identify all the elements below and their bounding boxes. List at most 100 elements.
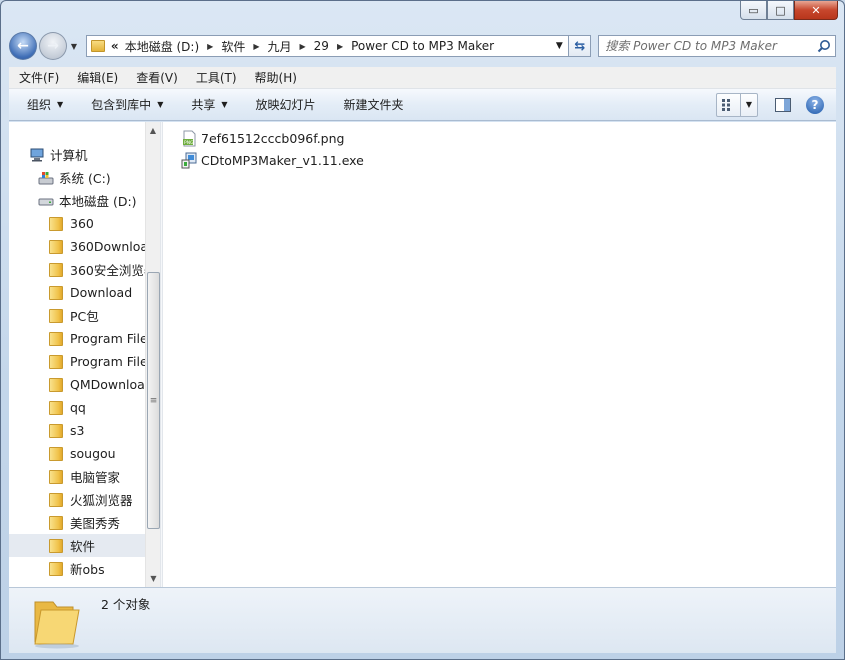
folder-icon bbox=[49, 515, 63, 530]
tree-item-folder[interactable]: 美图秀秀 bbox=[9, 511, 145, 534]
scrollbar-thumb[interactable]: ≡ bbox=[147, 272, 160, 529]
breadcrumb-item[interactable]: 九月 bbox=[267, 38, 291, 55]
chevron-right-icon[interactable]: ▶ bbox=[207, 42, 213, 51]
file-name: 7ef61512cccb096f.png bbox=[201, 130, 345, 146]
organize-button[interactable]: 组织 ▼ bbox=[17, 96, 73, 113]
tree-item-label: s3 bbox=[70, 423, 85, 438]
chevron-down-icon: ▼ bbox=[221, 100, 228, 109]
tree-item-label: 火狐浏览器 bbox=[70, 493, 133, 508]
tree-item-folder[interactable]: Program Files bbox=[9, 327, 145, 350]
menu-tools[interactable]: 工具(T) bbox=[186, 69, 245, 86]
tree-item-label: 360安全浏览器 bbox=[70, 263, 145, 278]
help-button[interactable]: ? bbox=[806, 95, 824, 114]
chevron-down-icon[interactable]: ▼ bbox=[741, 100, 757, 109]
forward-button[interactable]: → bbox=[38, 32, 67, 60]
scroll-up-icon[interactable]: ▲ bbox=[146, 122, 160, 139]
change-view-button[interactable]: ▼ bbox=[716, 92, 758, 117]
breadcrumb-item[interactable]: Power CD to MP3 Maker bbox=[351, 39, 494, 53]
tree-item-label: 本地磁盘 (D:) bbox=[59, 194, 137, 209]
tree-item-label: 电脑管家 bbox=[70, 470, 121, 485]
folder-icon bbox=[49, 262, 63, 277]
tree-item-folder[interactable]: s3 bbox=[9, 419, 145, 442]
preview-pane-button[interactable] bbox=[768, 93, 798, 117]
file-item[interactable]: CDtoMP3Maker_v1.11.exe bbox=[181, 149, 364, 171]
folder-icon bbox=[49, 538, 63, 553]
tree-item-label: 计算机 bbox=[50, 148, 88, 163]
include-in-library-button[interactable]: 包含到库中 ▼ bbox=[81, 96, 173, 113]
tree-item-drive-d[interactable]: 本地磁盘 (D:) bbox=[9, 189, 145, 212]
folder-icon bbox=[49, 561, 63, 576]
tree-item-folder[interactable]: 360Downloads bbox=[9, 235, 145, 258]
tree-item-drive-c[interactable]: 系统 (C:) bbox=[9, 166, 145, 189]
new-folder-button[interactable]: 新建文件夹 bbox=[334, 96, 414, 113]
breadcrumb-item[interactable]: 29 bbox=[314, 39, 329, 53]
computer-icon bbox=[30, 148, 44, 161]
folder-icon bbox=[49, 354, 63, 369]
tree-item-label: sougou bbox=[70, 446, 116, 461]
back-button[interactable]: ← bbox=[9, 32, 37, 60]
tree-item-computer[interactable]: 计算机 bbox=[9, 143, 145, 166]
tree-item-folder[interactable]: 360 bbox=[9, 212, 145, 235]
breadcrumb-item[interactable]: 软件 bbox=[221, 38, 245, 55]
menu-view[interactable]: 查看(V) bbox=[126, 69, 186, 86]
minimize-button[interactable]: ▭ bbox=[740, 1, 767, 20]
tree-item-folder[interactable]: qq bbox=[9, 396, 145, 419]
menu-edit[interactable]: 编辑(E) bbox=[67, 69, 126, 86]
share-button[interactable]: 共享 ▼ bbox=[181, 96, 237, 113]
caption-buttons: ▭ □ ✕ bbox=[740, 1, 838, 22]
tree-item-label: 360 bbox=[70, 216, 94, 231]
item-count: 2 个对象 bbox=[101, 597, 151, 612]
tree-item-folder[interactable]: PC包 bbox=[9, 304, 145, 327]
address-dropdown-icon[interactable]: ▼ bbox=[550, 41, 568, 51]
address-bar[interactable]: « 本地磁盘 (D:) ▶ 软件 ▶ 九月 ▶ 29 ▶ Power CD to… bbox=[85, 35, 570, 57]
folder-icon bbox=[49, 216, 63, 231]
content-area: 计算机 系统 (C:) 本地磁盘 (D:) 360 360Downlo 360安… bbox=[9, 122, 836, 587]
forward-arrow-icon: → bbox=[47, 38, 59, 54]
details-pane: 2 个对象 bbox=[9, 587, 836, 653]
folder-icon bbox=[49, 308, 63, 323]
chevron-right-icon[interactable]: ▶ bbox=[337, 42, 343, 51]
chevron-down-icon: ▼ bbox=[57, 100, 64, 109]
chevron-right-icon[interactable]: ▶ bbox=[300, 42, 306, 51]
address-row: ← → ▼ « 本地磁盘 (D:) ▶ 软件 ▶ 九月 ▶ 29 ▶ Power… bbox=[9, 30, 836, 62]
folder-icon bbox=[49, 285, 63, 300]
new-folder-label: 新建文件夹 bbox=[343, 98, 404, 112]
folder-icon bbox=[49, 492, 63, 507]
nav-scrollbar[interactable]: ▲ ≡ ▼ bbox=[145, 122, 160, 587]
tree-item-folder-selected[interactable]: 软件 bbox=[9, 534, 145, 557]
tree-item-label: 美图秀秀 bbox=[70, 516, 121, 531]
tree-item-label: 360Downloads bbox=[70, 239, 145, 254]
view-options-icon[interactable] bbox=[717, 93, 741, 116]
folder-icon bbox=[34, 601, 80, 649]
folder-icon bbox=[49, 331, 63, 346]
tree-item-folder[interactable]: 火狐浏览器 bbox=[9, 488, 145, 511]
breadcrumb-overflow[interactable]: « bbox=[111, 39, 119, 53]
menu-bar: 文件(F) 编辑(E) 查看(V) 工具(T) 帮助(H) bbox=[9, 67, 836, 89]
search-input[interactable] bbox=[605, 39, 813, 53]
scroll-down-icon[interactable]: ▼ bbox=[146, 570, 160, 587]
menu-help[interactable]: 帮助(H) bbox=[245, 69, 305, 86]
chevron-right-icon[interactable]: ▶ bbox=[253, 42, 259, 51]
menu-file[interactable]: 文件(F) bbox=[9, 69, 67, 86]
breadcrumb-item[interactable]: 本地磁盘 (D:) bbox=[125, 38, 199, 55]
tree-item-folder[interactable]: sougou bbox=[9, 442, 145, 465]
refresh-button[interactable]: ⇆ bbox=[569, 35, 592, 57]
explorer-window: ▭ □ ✕ ← → ▼ « 本地磁盘 (D:) ▶ 软件 ▶ 九月 ▶ 29 ▶… bbox=[0, 0, 845, 660]
file-list: PNG 7ef61512cccb096f.png CDtoMP3Maker_v1… bbox=[181, 127, 364, 171]
close-button[interactable]: ✕ bbox=[794, 1, 838, 20]
tree-item-folder[interactable]: 电脑管家 bbox=[9, 465, 145, 488]
slideshow-button[interactable]: 放映幻灯片 bbox=[246, 96, 326, 113]
folder-icon bbox=[49, 400, 63, 415]
tree-item-folder[interactable]: 新obs bbox=[9, 557, 145, 580]
tree-item-folder[interactable]: QMDownload bbox=[9, 373, 145, 396]
tree-item-label: 系统 (C:) bbox=[59, 171, 111, 186]
file-item[interactable]: PNG 7ef61512cccb096f.png bbox=[181, 127, 364, 149]
recent-pages-dropdown[interactable]: ▼ bbox=[68, 42, 80, 51]
search-icon[interactable] bbox=[813, 36, 835, 56]
tree-item-label: qq bbox=[70, 400, 86, 415]
tree-item-folder[interactable]: Download bbox=[9, 281, 145, 304]
tree-item-folder[interactable]: Program Files bbox=[9, 350, 145, 373]
tree-item-folder[interactable]: 360安全浏览器 bbox=[9, 258, 145, 281]
folder-icon bbox=[49, 446, 63, 461]
maximize-button[interactable]: □ bbox=[767, 1, 794, 20]
